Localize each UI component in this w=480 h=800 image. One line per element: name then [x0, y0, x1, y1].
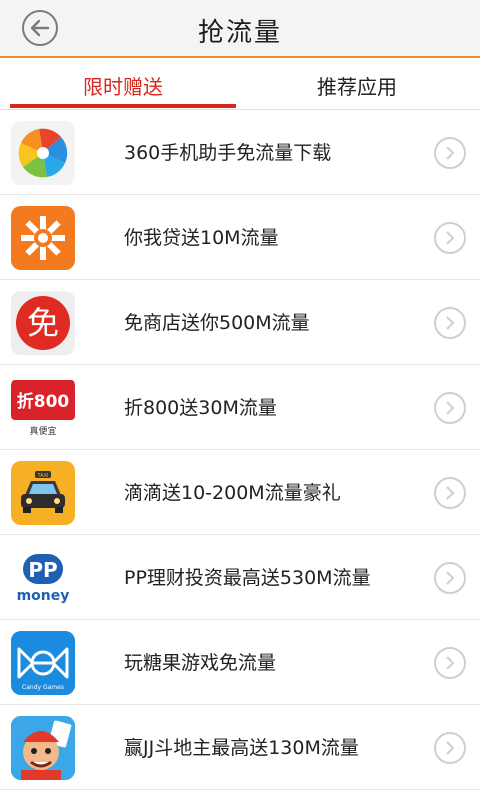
candy-games-icon: Candy Games — [11, 631, 75, 695]
didi-taxi-icon: TAXI — [11, 461, 75, 525]
item-title: 免商店送你500M流量 — [124, 311, 310, 334]
active-tab-indicator — [10, 104, 236, 108]
taxi-sign: TAXI — [37, 473, 49, 479]
list-item[interactable]: 免 免商店送你500M流量 — [0, 280, 480, 365]
zhe800-logo-text: 折800 — [17, 391, 70, 412]
list-item[interactable]: Candy Games 玩糖果游戏免流量 — [0, 620, 480, 705]
list-item[interactable]: 赢JJ斗地主最高送130M流量 — [0, 705, 480, 790]
candy-label: Candy Games — [22, 684, 64, 691]
list-item[interactable]: 360手机助手免流量下载 — [0, 110, 480, 195]
jj-doudizhu-icon — [11, 716, 75, 780]
chevron-right-icon[interactable] — [434, 222, 466, 254]
chevron-right-icon[interactable] — [434, 647, 466, 679]
item-title: 玩糖果游戏免流量 — [124, 651, 277, 674]
item-title: 360手机助手免流量下载 — [124, 141, 332, 164]
chevron-right-icon[interactable] — [434, 477, 466, 509]
list-item[interactable]: 你我贷送10M流量 — [0, 195, 480, 280]
offer-list: 360手机助手免流量下载 你我贷送10M流量 免 免商店送你500M流量 折80… — [0, 110, 480, 790]
chevron-right-icon[interactable] — [434, 732, 466, 764]
zhe800-slogan: 真便宜 — [29, 425, 56, 437]
item-title: 赢JJ斗地主最高送130M流量 — [124, 736, 359, 759]
title-bar: 抢流量 — [0, 0, 480, 58]
tab-bar: 限时赠送 推荐应用 — [0, 60, 480, 110]
list-item[interactable]: PP money PP理财投资最高送530M流量 — [0, 535, 480, 620]
chevron-right-icon[interactable] — [434, 137, 466, 169]
zhe800-icon: 折800 真便宜 — [11, 376, 75, 440]
item-title: 滴滴送10-200M流量豪礼 — [124, 481, 341, 504]
item-title: 你我贷送10M流量 — [124, 226, 279, 249]
item-title: PP理财投资最高送530M流量 — [124, 566, 371, 589]
niwodai-icon — [11, 206, 75, 270]
chevron-right-icon[interactable] — [434, 307, 466, 339]
pp-letters: PP — [28, 558, 57, 582]
360-assistant-icon — [11, 121, 75, 185]
list-item[interactable]: 折800 真便宜 折800送30M流量 — [0, 365, 480, 450]
mian-char: 免 — [27, 304, 59, 342]
mian-store-icon: 免 — [11, 291, 75, 355]
pp-money-word: money — [17, 588, 70, 604]
pp-money-icon: PP money — [11, 546, 75, 610]
item-title: 折800送30M流量 — [124, 396, 277, 419]
chevron-right-icon[interactable] — [434, 392, 466, 424]
tab-recommended-apps[interactable]: 推荐应用 — [244, 60, 470, 110]
list-item[interactable]: TAXI 滴滴送10-200M流量豪礼 — [0, 450, 480, 535]
tab-limited-gift[interactable]: 限时赠送 — [10, 60, 236, 110]
chevron-right-icon[interactable] — [434, 562, 466, 594]
page-title: 抢流量 — [197, 18, 282, 48]
